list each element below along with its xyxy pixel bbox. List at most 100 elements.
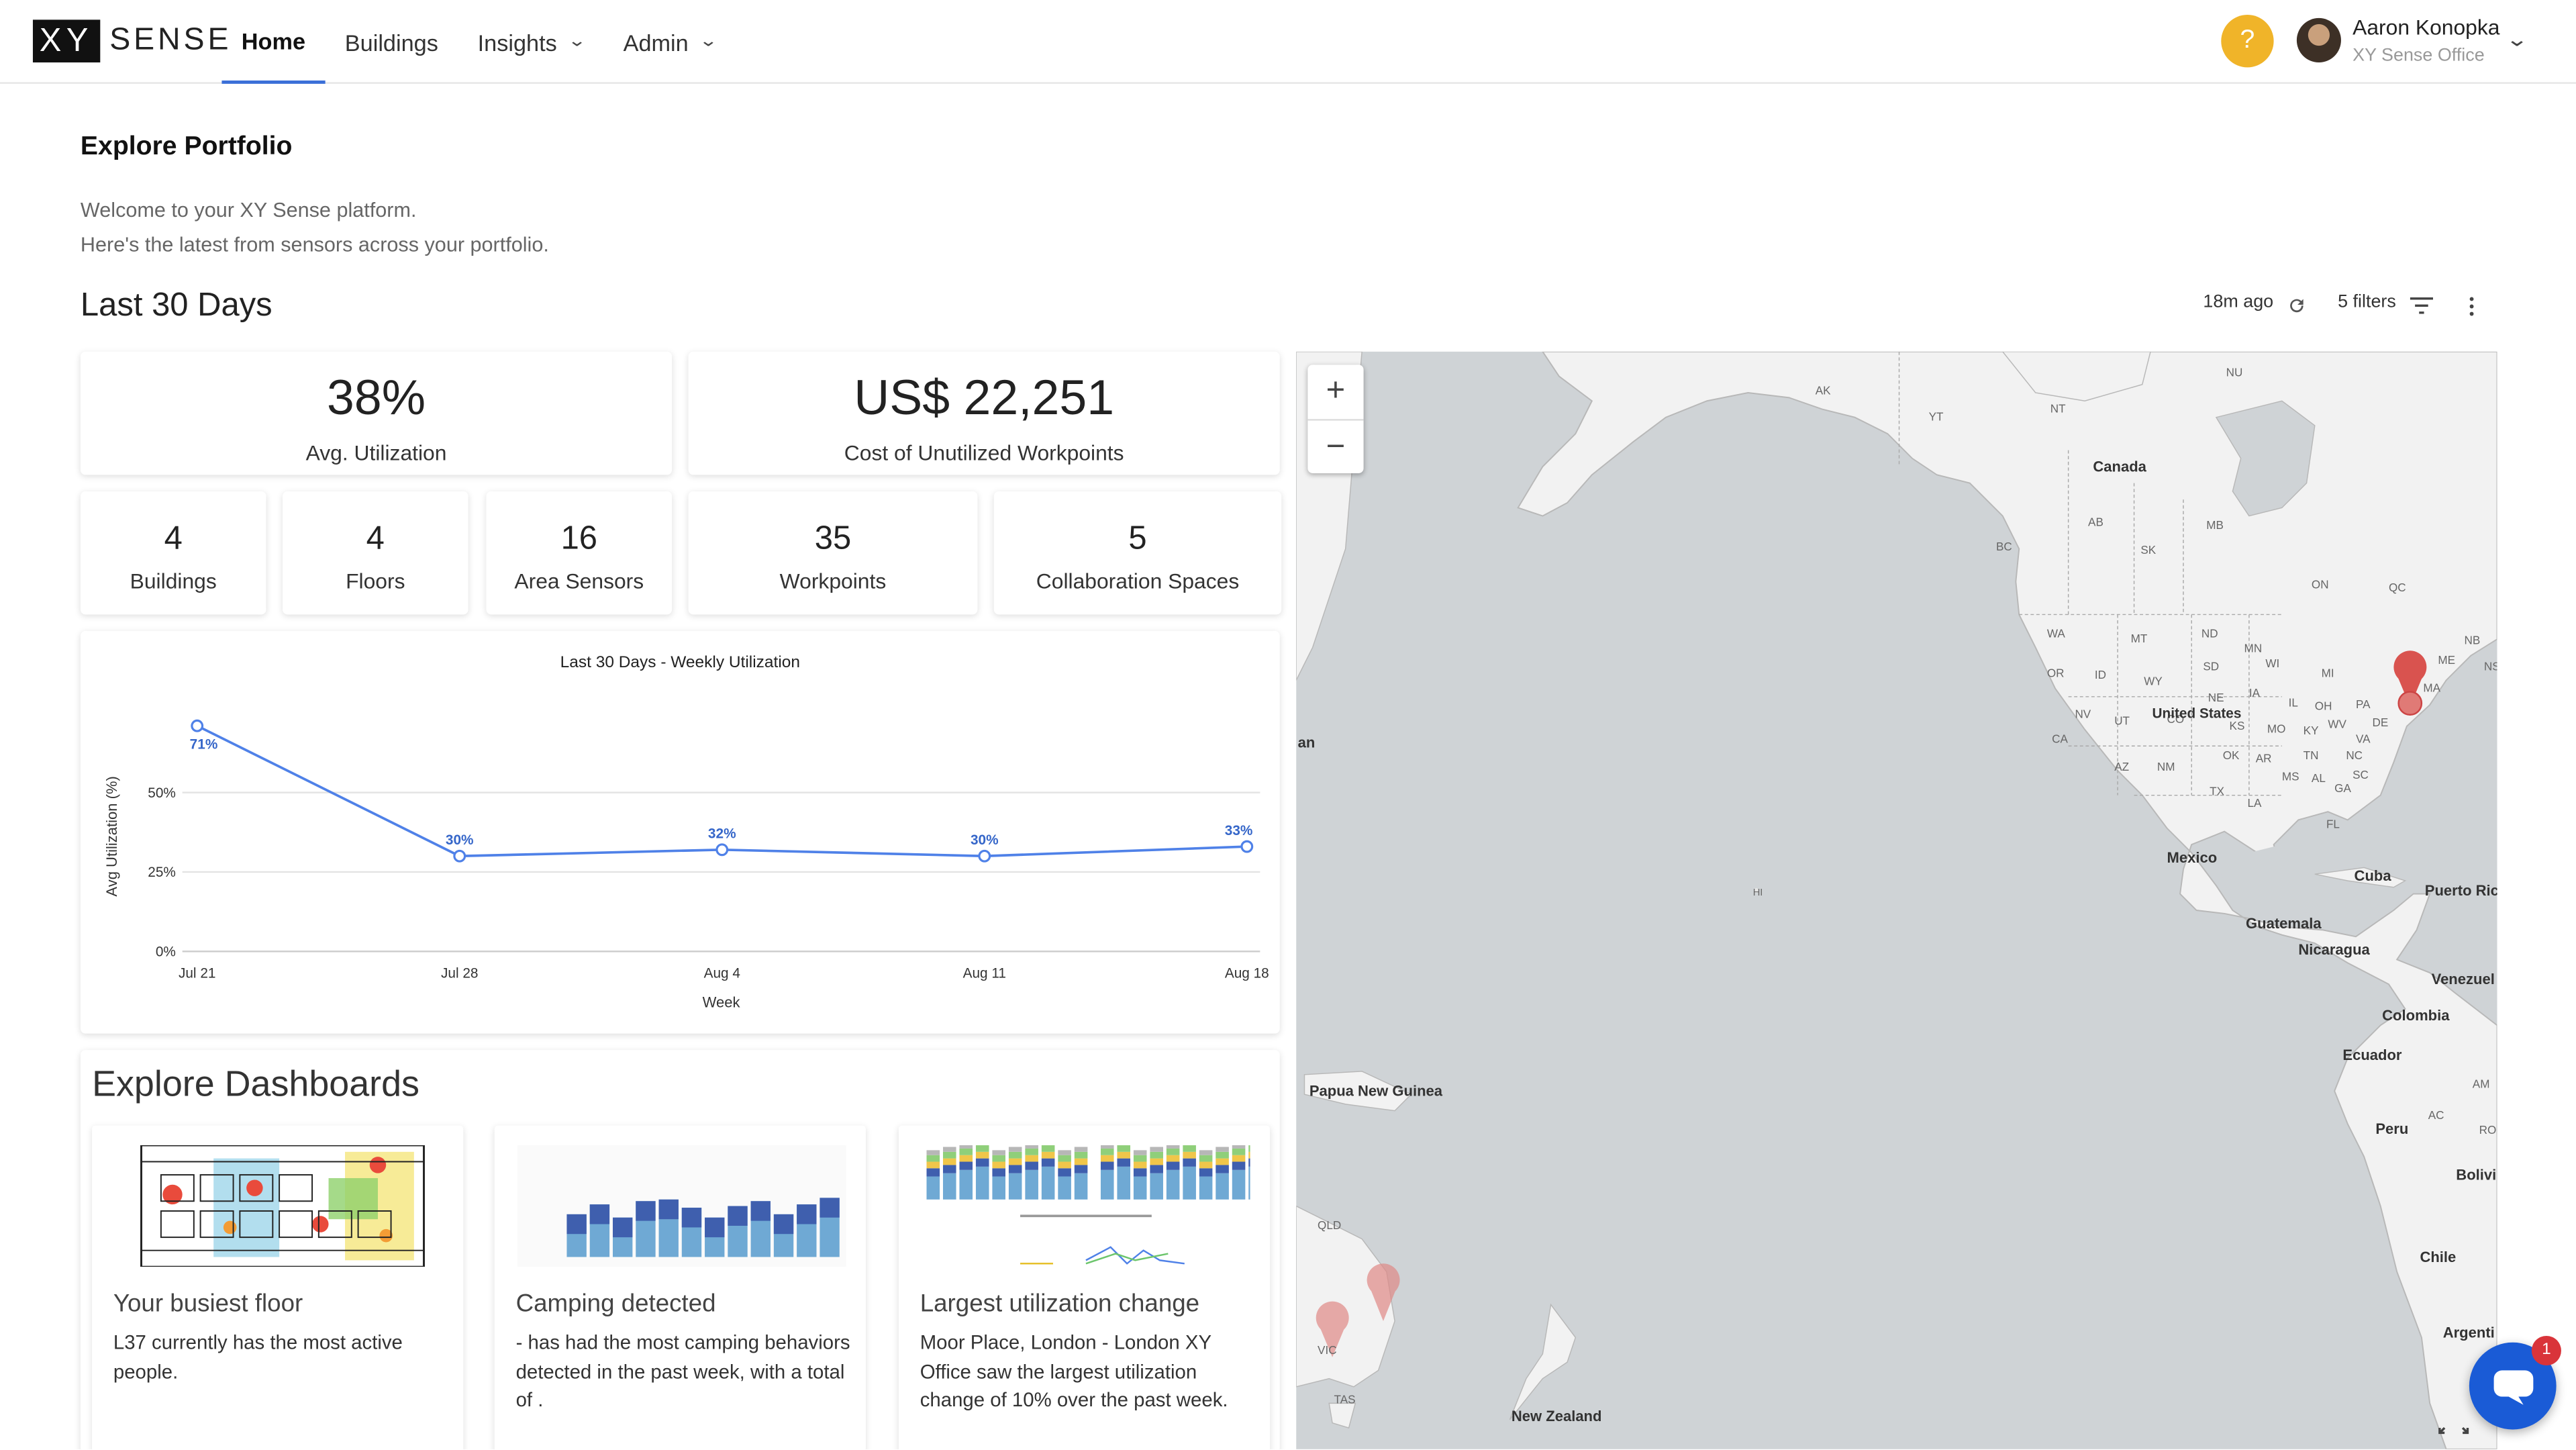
thumb-stacked-segment: [1183, 1151, 1196, 1159]
thumb-stacked-segment: [1166, 1145, 1180, 1149]
map-label: Nicaragua: [2298, 941, 2370, 958]
map-label: ND: [2201, 627, 2218, 640]
kpi-cost-card: US$ 22,251 Cost of Unutilized Workpoints: [688, 351, 1280, 475]
map-label: AK: [1816, 383, 1831, 397]
map-label: DE: [2372, 716, 2388, 729]
map-label: CA: [2052, 732, 2068, 745]
dashboard-description: - has had the most camping behaviors det…: [515, 1331, 850, 1412]
chart-point[interactable]: [1240, 840, 1254, 853]
kpi-area-sensors-card[interactable]: 16 Area Sensors: [486, 491, 673, 615]
user-org: XY Sense Office: [2352, 46, 2485, 66]
logo[interactable]: XY SENSE: [32, 19, 232, 63]
map-label: SC: [2352, 768, 2369, 781]
map-label: OK: [2223, 748, 2240, 762]
map-label: New Zealand: [1512, 1408, 1602, 1424]
dashboard-card-utilization-change[interactable]: Largest utilization change Moor Place, L…: [898, 1125, 1271, 1449]
thumb-stacked-segment: [1058, 1150, 1071, 1155]
chart-x-tick-label: Aug 4: [704, 965, 740, 981]
more-vert-icon[interactable]: [2467, 296, 2475, 318]
map-label: OH: [2315, 699, 2332, 712]
map-label: Chile: [2420, 1249, 2456, 1265]
avatar[interactable]: [2296, 17, 2341, 63]
map-label: WV: [2328, 717, 2346, 730]
map-label: NV: [2075, 708, 2091, 721]
logo-xy: XY: [32, 19, 100, 63]
nav-admin[interactable]: Admin ⌄: [603, 0, 735, 84]
chart-y-label: Avg Utilization (%): [103, 776, 120, 896]
chart-point[interactable]: [978, 849, 991, 863]
thumb-stacked-segment: [1074, 1173, 1088, 1200]
help-button[interactable]: ?: [2221, 15, 2274, 68]
thumb-bar-top: [566, 1214, 587, 1235]
thumb-bar-top: [658, 1199, 679, 1220]
logo-sense: SENSE: [109, 23, 232, 58]
refresh-icon[interactable]: [2287, 296, 2306, 316]
zoom-out-button[interactable]: −: [1307, 419, 1364, 473]
user-menu-chevron-icon[interactable]: ⌄: [2506, 28, 2528, 51]
zoom-in-button[interactable]: +: [1307, 365, 1363, 419]
thumb-stacked-segment: [1232, 1145, 1246, 1149]
nav-buildings[interactable]: Buildings: [325, 0, 458, 84]
thumb-stacked-segment: [975, 1145, 989, 1152]
thumb-stacked-segment: [959, 1169, 973, 1200]
thumb-stacked-segment: [1150, 1165, 1163, 1173]
thumb-stacked-segment: [1166, 1148, 1180, 1155]
thumb-stacked-segment: [942, 1147, 956, 1152]
thumb-stacked-segment: [1025, 1161, 1038, 1170]
map-label: WA: [2047, 627, 2066, 640]
dashboard-card-camping[interactable]: Camping detected - has had the most camp…: [494, 1125, 866, 1449]
filters-button[interactable]: 5 filters: [2338, 293, 2396, 312]
map-label: MO: [2267, 722, 2286, 736]
map-label: FL: [2326, 818, 2340, 831]
bar-chart-thumbnail: [517, 1145, 846, 1267]
thumb-stacked-segment: [1199, 1176, 1213, 1200]
chart-x-tick-label: Aug 18: [1225, 965, 1269, 981]
map-label: LA: [2247, 796, 2262, 810]
chart-point[interactable]: [715, 843, 729, 857]
map-label: Peru: [2375, 1120, 2408, 1137]
map-label: Puerto Ric: [2425, 882, 2497, 899]
thumb-stacked-segment: [1232, 1161, 1246, 1170]
thumb-bar-top: [636, 1201, 656, 1221]
map-label: ID: [2095, 668, 2106, 681]
thumb-stacked-segment: [1133, 1161, 1147, 1169]
thumb-stacked-segment: [1183, 1158, 1196, 1167]
dashboard-description: Moor Place, London - London XY Office sa…: [920, 1331, 1228, 1412]
kpi-workpoints-label: Workpoints: [779, 568, 887, 593]
thumb-stacked-segment: [1248, 1151, 1250, 1159]
map-label: UT: [2114, 714, 2130, 727]
thumb-stacked-segment: [1117, 1145, 1131, 1152]
thumb-stacked-segment: [992, 1150, 1005, 1155]
dashboard-heading: Your busiest floor: [113, 1290, 303, 1318]
user-name[interactable]: Aaron Konopka: [2352, 15, 2499, 40]
thumb-stacked-segment: [1133, 1168, 1147, 1177]
thumb-stacked-segment: [1025, 1155, 1038, 1162]
map-label: KS: [2230, 719, 2245, 732]
map-label: IA: [2249, 686, 2261, 699]
thumb-bar-top: [728, 1206, 748, 1226]
kpi-collab-card[interactable]: 5 Collaboration Spaces: [993, 491, 1282, 615]
map-label: PA: [2356, 697, 2371, 711]
map-label: VIC: [1318, 1343, 1337, 1357]
portfolio-map[interactable]: AK YT NT NU Canada BC AB SK MB ON QC NB …: [1296, 351, 2497, 1449]
kpi-collab-label: Collaboration Spaces: [1036, 568, 1240, 593]
nav-home[interactable]: Home: [221, 0, 326, 84]
nav-insights[interactable]: Insights ⌄: [458, 0, 603, 84]
thumb-stacked-segment: [1058, 1161, 1071, 1169]
map-label: AR: [2256, 752, 2272, 765]
filter-icon[interactable]: [2410, 296, 2434, 316]
chart-point[interactable]: [191, 719, 204, 732]
kpi-buildings-card[interactable]: 4 Buildings: [80, 491, 266, 615]
chart-point[interactable]: [453, 849, 466, 863]
thumb-stacked-segment: [1041, 1151, 1055, 1159]
map-label: VA: [2356, 732, 2371, 745]
thumb-stacked-segment: [926, 1155, 940, 1162]
map-label: MI: [2322, 666, 2334, 679]
dashboard-card-busiest-floor[interactable]: Your busiest floor L37 currently has the…: [92, 1125, 464, 1449]
kpi-floors-label: Floors: [346, 568, 405, 593]
thumb-stacked-segment: [1008, 1173, 1022, 1200]
kpi-workpoints-card[interactable]: 35 Workpoints: [688, 491, 978, 615]
thumb-stacked-segment: [1166, 1161, 1180, 1170]
kpi-floors-card[interactable]: 4 Floors: [283, 491, 468, 615]
thumb-stacked-segment: [959, 1148, 973, 1155]
